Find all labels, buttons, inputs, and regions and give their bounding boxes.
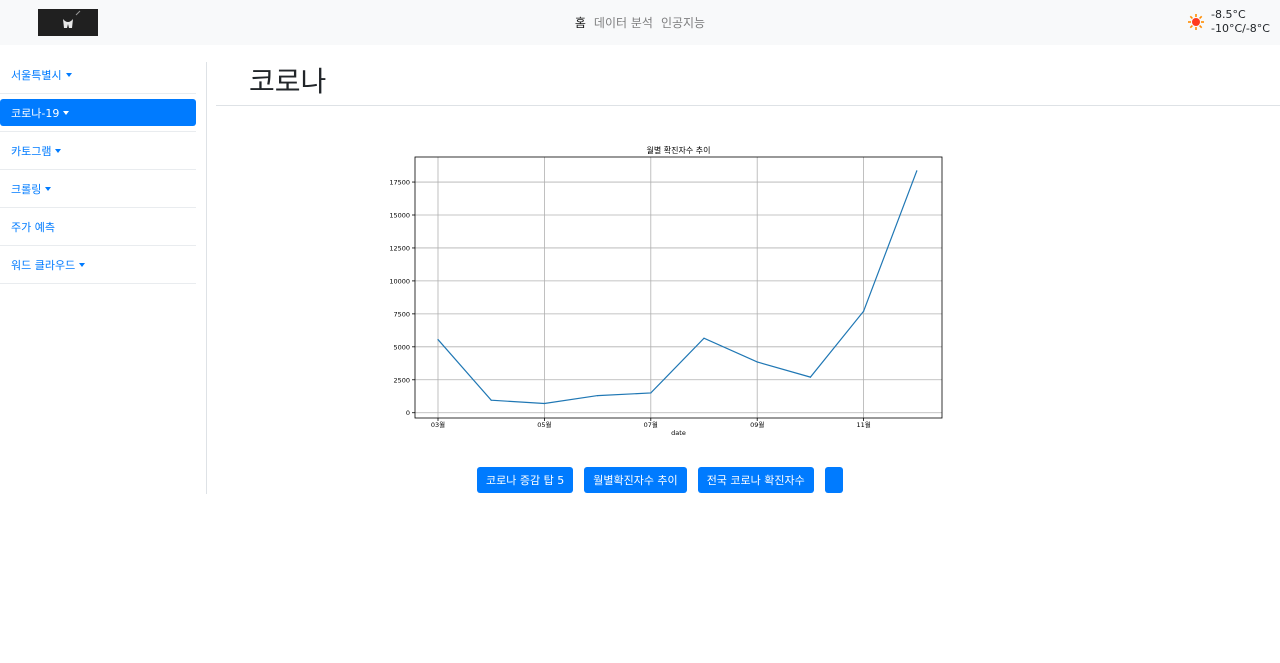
data-point xyxy=(437,338,439,341)
sidebar-divider xyxy=(206,62,207,494)
data-point xyxy=(597,394,599,397)
sidebar-item-label: 코로나-19 xyxy=(11,106,60,120)
title-divider xyxy=(216,105,1280,106)
weather-widget: -8.5°C -10°C/-8°C xyxy=(1187,8,1270,36)
sidebar-item-label: 주가 예측 xyxy=(11,220,55,234)
sidebar-item-2[interactable]: 카토그램 xyxy=(0,132,196,170)
sidebar-item-label: 크롤링 xyxy=(11,182,42,196)
main-nav: 홈 데이터 분석 인공지능 xyxy=(0,0,1280,45)
chart-button-group: 코로나 증감 탑 5 월별확진자수 추이 전국 코로나 확진자수 xyxy=(477,467,843,493)
caret-down-icon xyxy=(55,148,62,153)
y-tick-label: 12500 xyxy=(389,244,410,252)
sidebar-item-1[interactable]: 코로나-19 xyxy=(0,99,196,126)
y-tick-label: 10000 xyxy=(389,277,410,285)
weather-current: -8.5°C xyxy=(1210,8,1246,21)
x-tick-label: 09월 xyxy=(750,420,764,429)
sidebar-item-3[interactable]: 크롤링 xyxy=(0,170,196,208)
page-title: 코로나 xyxy=(249,65,327,98)
nav-link-0[interactable]: 홈 xyxy=(575,14,586,31)
plot-area xyxy=(415,157,942,418)
data-point xyxy=(650,392,652,394)
sidebar-item-0[interactable]: 서울특별시 xyxy=(0,56,196,94)
y-tick-label: 5000 xyxy=(393,343,410,351)
data-point xyxy=(490,399,492,401)
y-tick-label: 7500 xyxy=(393,310,410,318)
chart-svg: 0 2500 5000 7500 10000 12500 15000 17500 03월 05월 0… xyxy=(389,145,943,437)
caret-down-icon xyxy=(63,110,70,115)
sun-icon xyxy=(1187,14,1204,30)
chart-title: 월별 확진자수 추이 xyxy=(647,145,711,155)
x-tick-label: 05월 xyxy=(537,420,551,429)
caret-down-icon xyxy=(45,186,52,191)
y-tick-label: 17500 xyxy=(389,179,410,187)
data-point xyxy=(863,310,865,312)
nav-link-1[interactable]: 데이터 분석 xyxy=(594,14,653,31)
sidebar-item-4[interactable]: 주가 예측 xyxy=(0,208,196,246)
data-point xyxy=(703,337,705,339)
y-tick-label: 2500 xyxy=(393,376,410,384)
x-tick-label: 07월 xyxy=(644,420,658,429)
sidebar-item-wrapper: 코로나-19 xyxy=(0,94,196,132)
nav-link-2[interactable]: 인공지능 xyxy=(661,14,705,31)
sidebar-item-label: 서울특별시 xyxy=(11,68,62,82)
data-point xyxy=(809,376,811,378)
data-point xyxy=(916,170,918,172)
sidebar-item-label: 카토그램 xyxy=(11,144,52,158)
chart-button-0[interactable]: 코로나 증감 탑 5 xyxy=(477,467,574,493)
x-tick-label: 03월 xyxy=(431,420,445,429)
chart-button-2[interactable]: 전국 코로나 확진자수 xyxy=(697,467,814,493)
chart-button-3[interactable] xyxy=(824,467,843,493)
data-point xyxy=(543,402,545,405)
y-tick-label: 15000 xyxy=(389,212,410,220)
sidebar: 서울특별시코로나-19 카토그램크롤링주가 예측워드 클라우드 xyxy=(0,56,196,284)
chart-button-1[interactable]: 월별확진자수 추이 xyxy=(584,467,687,493)
y-tick-label: 0 xyxy=(406,409,410,417)
caret-down-icon xyxy=(79,262,86,267)
data-point xyxy=(756,361,758,363)
weather-range: -10°C/-8°C xyxy=(1210,22,1270,35)
sidebar-item-5[interactable]: 워드 클라우드 xyxy=(0,246,196,284)
top-navbar: 홈 데이터 분석 인공지능 -8.5°C -10°C/-8°C xyxy=(0,0,1280,45)
caret-down-icon xyxy=(65,72,72,77)
monthly-cases-chart: 0 2500 5000 7500 10000 12500 15000 17500 03월 05월 0… xyxy=(360,140,960,440)
x-axis-label: date xyxy=(671,429,686,437)
sidebar-item-label: 워드 클라우드 xyxy=(11,258,76,272)
x-tick-label: 11월 xyxy=(856,420,870,429)
